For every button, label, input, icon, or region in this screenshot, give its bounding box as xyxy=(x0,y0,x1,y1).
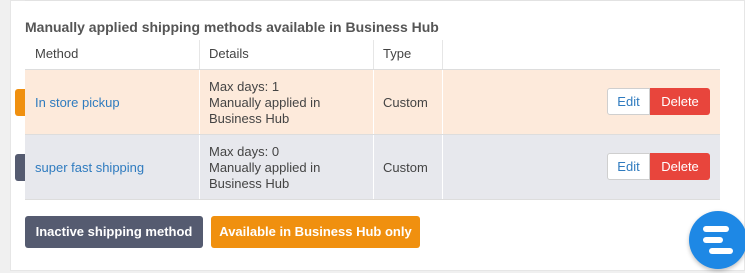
column-divider xyxy=(442,70,443,134)
details-max-days: Max days: 0 xyxy=(209,144,280,159)
column-divider xyxy=(373,135,374,199)
row-status-marker-orange xyxy=(15,89,25,116)
column-divider xyxy=(199,135,200,199)
row-status-marker-gray xyxy=(15,154,25,181)
method-link[interactable]: In store pickup xyxy=(35,95,120,110)
header-type: Type xyxy=(383,46,412,61)
column-divider xyxy=(373,40,374,69)
column-divider xyxy=(442,135,443,199)
method-details: Max days: 1 Manually applied in Business… xyxy=(209,79,320,127)
edit-button[interactable]: Edit xyxy=(607,153,650,180)
inactive-legend-badge: Inactive shipping method xyxy=(25,216,203,248)
shipping-methods-table: Method Details Type In store pickup Max … xyxy=(25,40,720,200)
help-launcher-button[interactable] xyxy=(689,211,745,269)
details-line: Business Hub xyxy=(209,176,290,191)
available-legend-badge: Available in Business Hub only xyxy=(211,216,420,248)
details-line: Manually applied in xyxy=(209,95,321,110)
method-link[interactable]: super fast shipping xyxy=(35,160,144,175)
edit-button[interactable]: Edit xyxy=(607,88,650,115)
header-method: Method xyxy=(35,46,79,61)
details-line: Manually applied in xyxy=(209,160,321,175)
table-header: Method Details Type xyxy=(25,40,720,70)
column-divider xyxy=(373,70,374,134)
column-divider xyxy=(442,40,443,69)
divider xyxy=(25,0,720,1)
column-divider xyxy=(199,70,200,134)
delete-button[interactable]: Delete xyxy=(650,88,710,115)
header-details: Details xyxy=(209,46,249,61)
section-title: Manually applied shipping methods availa… xyxy=(25,19,439,35)
table-row: super fast shipping Max days: 0 Manually… xyxy=(25,135,720,200)
table-row: In store pickup Max days: 1 Manually app… xyxy=(25,70,720,135)
method-details: Max days: 0 Manually applied in Business… xyxy=(209,144,320,192)
delete-button[interactable]: Delete xyxy=(650,153,710,180)
details-max-days: Max days: 1 xyxy=(209,79,280,94)
method-type: Custom xyxy=(383,95,428,110)
column-divider xyxy=(199,40,200,69)
details-line: Business Hub xyxy=(209,111,290,126)
method-type: Custom xyxy=(383,160,428,175)
